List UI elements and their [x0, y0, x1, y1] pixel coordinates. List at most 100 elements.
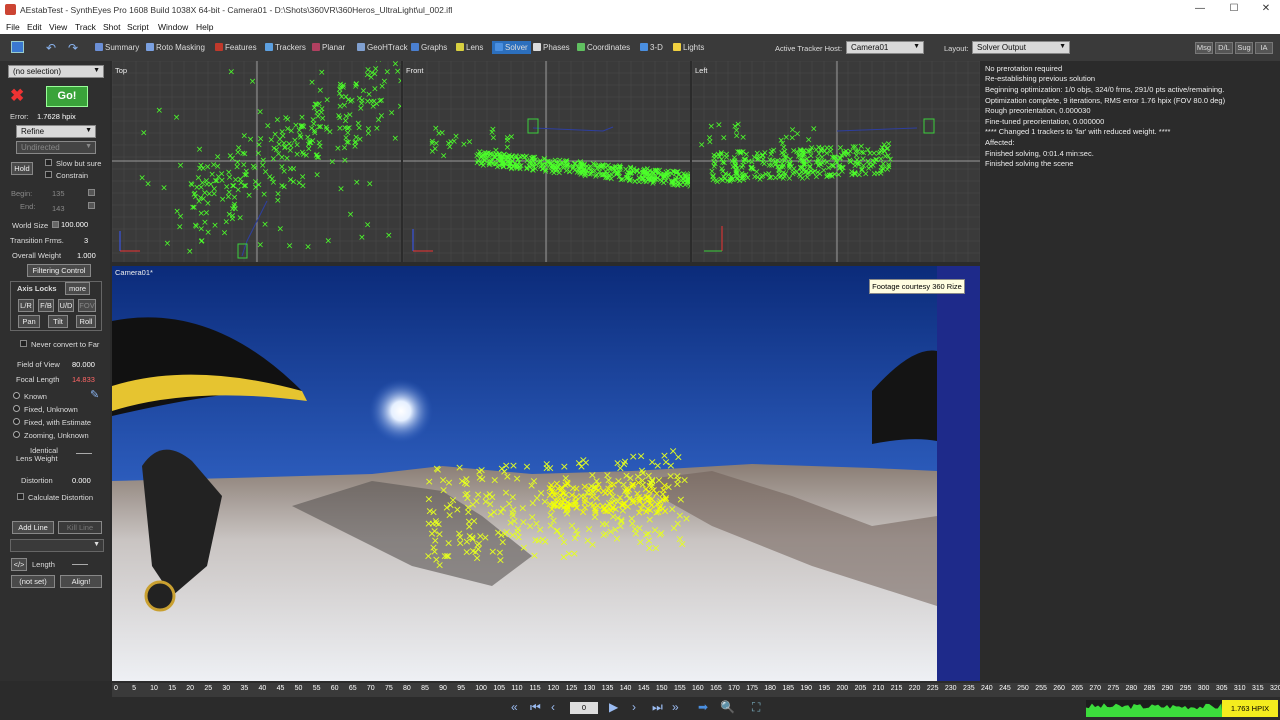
- tracker-point[interactable]: ×: [433, 463, 442, 476]
- tracker-point[interactable]: ×: [442, 549, 451, 562]
- tracker-point[interactable]: ×: [257, 240, 265, 250]
- tracker-point[interactable]: ×: [530, 163, 538, 173]
- tracker-point[interactable]: ×: [292, 121, 300, 131]
- tracker-point[interactable]: ×: [364, 220, 372, 230]
- tracker-point[interactable]: ×: [849, 143, 857, 153]
- tracker-point[interactable]: ×: [679, 178, 687, 188]
- line-select[interactable]: ▼: [10, 539, 104, 552]
- left-view[interactable]: × × × × × × × × × × × × × × × × × × × × × × × × × × × × × × × × × × × × × × × ×…: [692, 61, 980, 262]
- tracker-point[interactable]: ×: [530, 549, 539, 562]
- tracker-point[interactable]: ×: [513, 472, 522, 485]
- loop-arrow-icon[interactable]: ➡: [698, 700, 708, 714]
- tracker-point[interactable]: ×: [503, 470, 512, 483]
- tracker-point[interactable]: ×: [789, 133, 797, 143]
- tracker-point[interactable]: ×: [646, 504, 655, 517]
- tracker-point[interactable]: ×: [709, 175, 717, 185]
- menu-script[interactable]: Script: [127, 22, 149, 32]
- tracker-point[interactable]: ×: [720, 133, 728, 143]
- tracker-point[interactable]: ×: [325, 237, 333, 247]
- front-view[interactable]: × × × × × × × × × × × × × × × × × × × × × × × × × × × × × × × × × × × × × × × ×…: [403, 61, 690, 262]
- tracker-point[interactable]: ×: [518, 502, 527, 515]
- room-trackers[interactable]: Trackers: [265, 43, 306, 52]
- tracker-point[interactable]: ×: [532, 491, 541, 504]
- tracker-point[interactable]: ×: [588, 538, 597, 551]
- tracker-point[interactable]: ×: [557, 529, 566, 542]
- tracker-point[interactable]: ×: [176, 223, 184, 233]
- top-view[interactable]: × × × × × × × × × × × × × × × × × × × × × × × × × × × × × × × × × × × × × × × ×…: [112, 61, 401, 262]
- tracker-point[interactable]: ×: [256, 108, 264, 118]
- distortion-value[interactable]: 0.000: [72, 476, 91, 485]
- room-geohtrack[interactable]: GeoHTrack: [357, 43, 408, 52]
- tracker-point[interactable]: ×: [484, 149, 492, 159]
- tracker-point[interactable]: ×: [214, 162, 222, 172]
- tracker-point[interactable]: ×: [313, 171, 321, 181]
- tracker-point[interactable]: ×: [456, 536, 465, 549]
- minimize-button[interactable]: —: [1190, 3, 1210, 16]
- maximize-button[interactable]: ☐: [1224, 3, 1244, 16]
- tracker-point[interactable]: ×: [315, 153, 323, 163]
- menu-shot[interactable]: Shot: [103, 22, 121, 32]
- tracker-point[interactable]: ×: [576, 165, 584, 175]
- tracker-point[interactable]: ×: [211, 221, 219, 231]
- timeline[interactable]: 0 5 10 15 20 25 30 35 40 45 50 55 60 65 70 75 80 85 90 95 10…: [112, 683, 1280, 697]
- overall-weight-value[interactable]: 1.000: [77, 251, 96, 260]
- tracker-point[interactable]: ×: [425, 475, 434, 488]
- tracker-point[interactable]: ×: [676, 493, 685, 506]
- tracker-point[interactable]: ×: [203, 208, 211, 218]
- play-icon[interactable]: ▶: [609, 700, 618, 714]
- tracker-point[interactable]: ×: [811, 167, 819, 177]
- tracker-point[interactable]: ×: [450, 137, 458, 147]
- first-frame-icon[interactable]: ⏮: [530, 700, 541, 715]
- tracker-point[interactable]: ×: [392, 134, 400, 144]
- tracker-point[interactable]: ×: [858, 148, 866, 158]
- tracker-point[interactable]: ×: [488, 128, 496, 138]
- tracker-point[interactable]: ×: [341, 156, 349, 166]
- tracker-point[interactable]: ×: [734, 148, 742, 158]
- lock-fov-button[interactable]: FOV: [78, 299, 96, 312]
- tracker-point[interactable]: ×: [336, 102, 344, 112]
- tracker-point[interactable]: ×: [508, 491, 517, 504]
- tracker-point[interactable]: ×: [629, 450, 638, 463]
- tracker-point[interactable]: ×: [442, 501, 451, 514]
- tracker-point[interactable]: ×: [840, 150, 848, 160]
- tracker-point[interactable]: ×: [345, 138, 353, 148]
- tracker-point[interactable]: ×: [221, 229, 229, 239]
- tracker-point[interactable]: ×: [821, 147, 829, 157]
- room-lens[interactable]: Lens: [456, 43, 483, 52]
- room-roto-masking[interactable]: Roto Masking: [146, 43, 205, 52]
- tracker-point[interactable]: ×: [628, 169, 636, 179]
- tracker-point[interactable]: ×: [290, 164, 298, 174]
- tracker-point[interactable]: ×: [204, 199, 212, 209]
- tracker-point[interactable]: ×: [397, 76, 401, 86]
- tracker-point[interactable]: ×: [564, 547, 573, 560]
- tracker-point[interactable]: ×: [547, 503, 556, 516]
- tracker-point[interactable]: ×: [367, 73, 375, 83]
- tracker-point[interactable]: ×: [293, 150, 301, 160]
- tracker-point[interactable]: ×: [385, 231, 393, 241]
- tracker-point[interactable]: ×: [508, 509, 517, 522]
- not-set-button[interactable]: (not set): [11, 575, 55, 588]
- tracker-point[interactable]: ×: [522, 460, 531, 473]
- tracker-point[interactable]: ×: [277, 224, 285, 234]
- tracker-point[interactable]: ×: [874, 169, 882, 179]
- tracker-point[interactable]: ×: [542, 461, 551, 474]
- tracker-point[interactable]: ×: [762, 170, 770, 180]
- tracker-point[interactable]: ×: [355, 119, 363, 129]
- tracker-point[interactable]: ×: [795, 152, 803, 162]
- tracker-point[interactable]: ×: [656, 176, 664, 186]
- tracker-point[interactable]: ×: [195, 197, 203, 207]
- align-button[interactable]: Align!: [60, 575, 102, 588]
- close-button[interactable]: ✕: [1256, 3, 1276, 16]
- tracker-point[interactable]: ×: [366, 179, 374, 189]
- tracker-point[interactable]: ×: [557, 494, 566, 507]
- tracker-point[interactable]: ×: [293, 140, 301, 150]
- tracker-point[interactable]: ×: [229, 212, 237, 222]
- tracker-point[interactable]: ×: [496, 554, 505, 567]
- begin-value[interactable]: 135: [52, 189, 65, 198]
- tracker-point[interactable]: ×: [492, 146, 500, 156]
- direction-select[interactable]: Undirected ▼: [16, 141, 96, 154]
- dl-button[interactable]: D/L: [1215, 42, 1233, 54]
- tracker-point[interactable]: ×: [388, 109, 396, 119]
- tracker-point[interactable]: ×: [739, 133, 747, 143]
- room-planar[interactable]: Planar: [312, 43, 345, 52]
